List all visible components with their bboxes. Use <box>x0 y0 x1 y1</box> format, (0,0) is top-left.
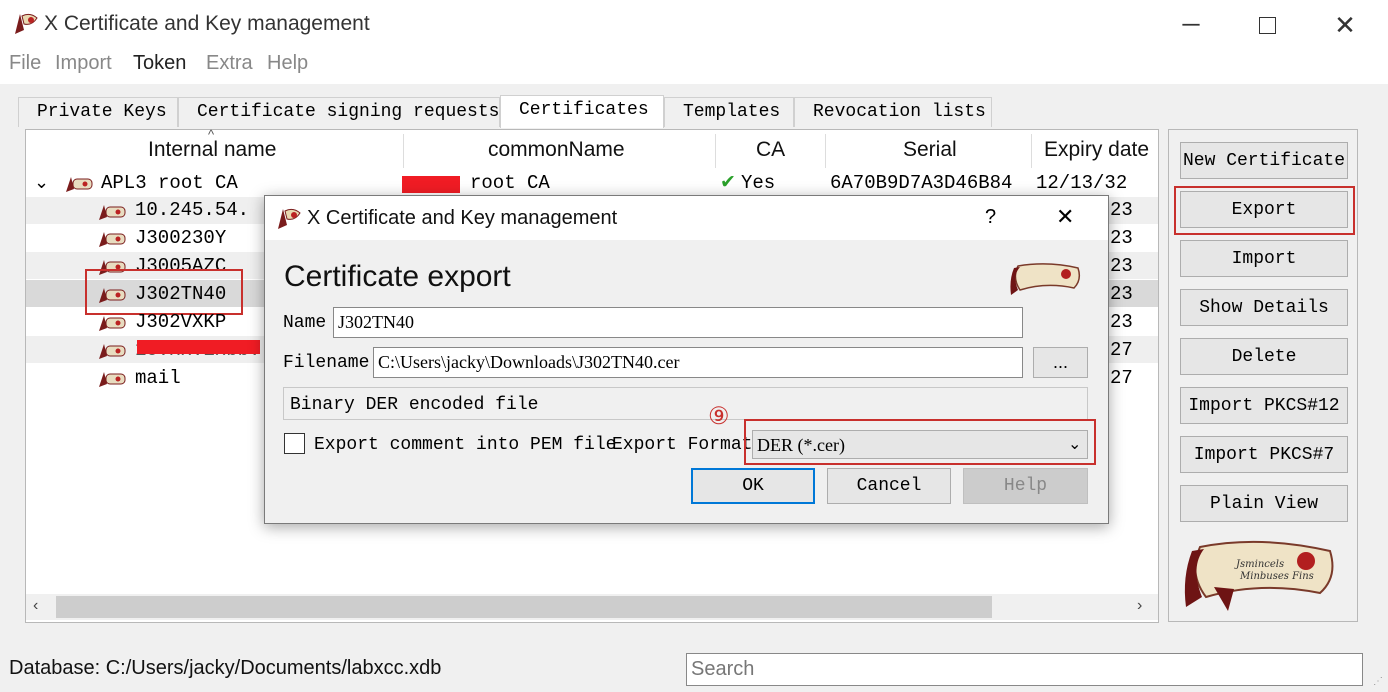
cert-expiry: 23 <box>1110 255 1133 277</box>
certificate-icon <box>99 205 126 220</box>
scrollbar-thumb[interactable] <box>56 596 992 618</box>
app-icon <box>278 208 301 229</box>
browse-button[interactable]: ... <box>1033 347 1088 378</box>
scroll-left-icon[interactable]: ‹ <box>33 597 38 615</box>
annotation-highlight-box <box>744 419 1096 465</box>
minimize-button[interactable]: ─ <box>1166 8 1216 42</box>
cert-expiry: 23 <box>1110 199 1133 221</box>
checkmark-icon: ✔ <box>720 172 736 193</box>
tab-private-keys[interactable]: Private Keys <box>18 97 178 127</box>
certificate-icon <box>66 177 93 192</box>
window-title: X Certificate and Key management <box>44 12 370 35</box>
certificate-icon <box>99 344 126 359</box>
column-expiry-date[interactable]: Expiry date <box>1044 138 1149 162</box>
cert-expiry: 27 <box>1110 367 1133 389</box>
menu-help[interactable]: Help <box>267 52 308 75</box>
column-serial[interactable]: Serial <box>903 138 957 162</box>
menu-file[interactable]: File <box>9 52 41 75</box>
export-format-label: Export Format <box>612 435 753 455</box>
tab-templates[interactable]: Templates <box>664 97 794 127</box>
plain-view-button[interactable]: Plain View <box>1180 485 1348 522</box>
help-button[interactable]: Help <box>963 468 1088 504</box>
redaction-bar <box>402 176 460 193</box>
name-label: Name <box>283 313 327 333</box>
filename-field[interactable]: C:\Users\jacky\Downloads\J302TN40.cer <box>373 347 1023 378</box>
show-details-button[interactable]: Show Details <box>1180 289 1348 326</box>
svg-text:Jsmincels: Jsmincels <box>1234 559 1284 570</box>
xca-logo-scroll: Jsmincels Minbuses Fins <box>1184 540 1334 611</box>
tab-revocation-lists[interactable]: Revocation lists <box>794 97 992 127</box>
resize-grip-icon[interactable]: ⋰ <box>1373 676 1383 687</box>
chevron-down-icon[interactable]: ⌄ <box>34 172 49 193</box>
cert-common-name: root CA <box>470 172 550 194</box>
new-certificate-button[interactable]: New Certificate <box>1180 142 1348 179</box>
export-comment-label: Export comment into PEM file <box>314 435 617 455</box>
annotation-highlight-box <box>85 269 243 315</box>
delete-button[interactable]: Delete <box>1180 338 1348 375</box>
cert-expiry: 23 <box>1110 283 1133 305</box>
menu-import[interactable]: Import <box>55 52 112 75</box>
cert-expiry: 12/13/32 <box>1036 172 1128 194</box>
maximize-button[interactable] <box>1242 8 1292 42</box>
menu-extra[interactable]: Extra <box>206 52 253 75</box>
filename-label: Filename <box>283 353 370 373</box>
menu-token[interactable]: Token <box>133 52 186 75</box>
dialog-heading: Certificate export <box>284 260 511 293</box>
column-common-name[interactable]: commonName <box>488 138 625 162</box>
annotation-highlight-box <box>1174 186 1355 235</box>
column-internal-name[interactable]: Internal name <box>148 138 276 162</box>
format-description: Binary DER encoded file <box>290 395 539 415</box>
certificate-icon <box>99 316 126 331</box>
cert-name: J302VXKP <box>135 311 227 333</box>
ok-button[interactable]: OK <box>691 468 815 504</box>
import-pkcs12-button[interactable]: Import PKCS#12 <box>1180 387 1348 424</box>
redaction-bar <box>137 340 260 354</box>
step-marker: ⑨ <box>708 403 730 430</box>
cert-expiry: 27 <box>1110 339 1133 361</box>
certificate-icon <box>99 232 126 247</box>
svg-text:Minbuses Fins: Minbuses Fins <box>1239 571 1314 582</box>
cert-name: 10.245.54. <box>135 199 250 221</box>
app-icon <box>15 13 38 34</box>
dialog-title: X Certificate and Key management <box>307 207 618 229</box>
cert-name: mail <box>135 367 181 389</box>
cert-name: J300230Y <box>135 227 227 249</box>
scroll-right-icon[interactable]: › <box>1137 597 1142 615</box>
search-input[interactable]: Search <box>686 653 1363 686</box>
cert-ca: Yes <box>741 172 776 194</box>
dialog-close-button[interactable]: ✕ <box>1056 204 1074 230</box>
import-pkcs7-button[interactable]: Import PKCS#7 <box>1180 436 1348 473</box>
name-field[interactable]: J302TN40 <box>333 307 1023 338</box>
cert-serial: 6A70B9D7A3D46B84 <box>830 172 1013 194</box>
tab-certificates[interactable]: Certificates <box>500 95 664 128</box>
column-ca[interactable]: CA <box>756 138 785 162</box>
close-window-button[interactable]: ✕ <box>1320 8 1370 42</box>
cert-expiry: 23 <box>1110 227 1133 249</box>
certificate-icon <box>99 372 126 387</box>
database-path: Database: C:/Users/jacky/Documents/labxc… <box>9 657 442 679</box>
import-button[interactable]: Import <box>1180 240 1348 277</box>
tab-csr[interactable]: Certificate signing requests <box>178 97 500 127</box>
dialog-help-button[interactable]: ? <box>985 206 996 229</box>
cancel-button[interactable]: Cancel <box>827 468 951 504</box>
export-comment-checkbox[interactable] <box>284 433 305 454</box>
cert-expiry: 23 <box>1110 311 1133 333</box>
xca-logo-scroll <box>1010 263 1081 295</box>
cert-name: APL3 root CA <box>101 172 238 194</box>
